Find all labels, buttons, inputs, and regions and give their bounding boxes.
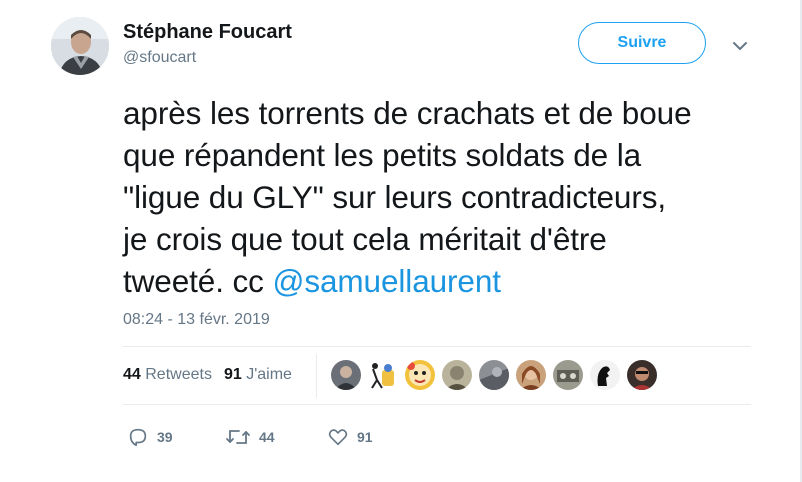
tweet-text-line: après les torrents de crachats et de bou… bbox=[123, 95, 692, 131]
retweet-icon bbox=[226, 430, 250, 444]
reply-icon bbox=[129, 428, 147, 447]
divider-bottom bbox=[123, 404, 751, 405]
author-avatar-image bbox=[51, 17, 109, 75]
avatar-liker-1[interactable] bbox=[331, 360, 361, 390]
mention-link[interactable]: @samuellaurent bbox=[272, 263, 501, 299]
reply-count: 39 bbox=[157, 429, 173, 445]
like-count: 91 bbox=[357, 429, 373, 445]
tweet-text-line: tweeté. cc bbox=[123, 263, 273, 299]
tweet-text-line: que répandent les petits soldats de la bbox=[123, 137, 642, 173]
author-avatar[interactable] bbox=[51, 17, 109, 75]
retweet-count: 44 bbox=[259, 429, 275, 445]
retweets-label: Retweets bbox=[145, 366, 212, 383]
tweet-text: après les torrents de crachats et de bou… bbox=[123, 92, 783, 302]
avatar-liker-5[interactable] bbox=[479, 360, 509, 390]
avatar-liker-3[interactable] bbox=[405, 360, 435, 390]
author-display-name[interactable]: Stéphane Foucart bbox=[123, 21, 292, 44]
follow-button[interactable]: Suivre bbox=[578, 22, 706, 64]
likes-count: 91 bbox=[223, 366, 242, 383]
tweet-card: Stéphane Foucart @sfoucart Suivre après … bbox=[0, 0, 802, 482]
likes-label: J'aime bbox=[246, 366, 292, 383]
tweet-text-last-line: tweeté. cc @samuellaurent bbox=[123, 260, 783, 302]
likes-stat[interactable]: 91 J'aime bbox=[224, 366, 292, 383]
retweets-stat[interactable]: 44 Retweets bbox=[123, 366, 212, 383]
engagement-stats: 44 Retweets 91 J'aime bbox=[123, 366, 292, 384]
avatar-liker-2[interactable] bbox=[368, 360, 398, 390]
avatar-liker-9[interactable] bbox=[627, 360, 657, 390]
heart-icon bbox=[328, 429, 348, 446]
tweet-text-line: je crois que tout cela méritait d'être bbox=[123, 221, 607, 257]
retweets-count: 44 bbox=[123, 366, 141, 383]
stats-separator bbox=[316, 354, 317, 398]
like-action[interactable]: 91 bbox=[327, 425, 373, 449]
retweet-action[interactable]: 44 bbox=[225, 425, 275, 449]
tweet-timestamp[interactable]: 08:24 - 13 févr. 2019 bbox=[123, 311, 270, 329]
avatar-liker-8[interactable] bbox=[590, 360, 620, 390]
divider-top bbox=[123, 346, 751, 347]
tweet-text-line: "ligue du GLY" sur leurs contradicteurs, bbox=[123, 179, 667, 215]
avatar-liker-4[interactable] bbox=[442, 360, 472, 390]
chevron-down-icon[interactable] bbox=[728, 36, 752, 56]
avatar-liker-6[interactable] bbox=[516, 360, 546, 390]
avatar-liker-7[interactable] bbox=[553, 360, 583, 390]
reply-action[interactable]: 39 bbox=[127, 425, 173, 449]
author-handle[interactable]: @sfoucart bbox=[123, 49, 196, 67]
